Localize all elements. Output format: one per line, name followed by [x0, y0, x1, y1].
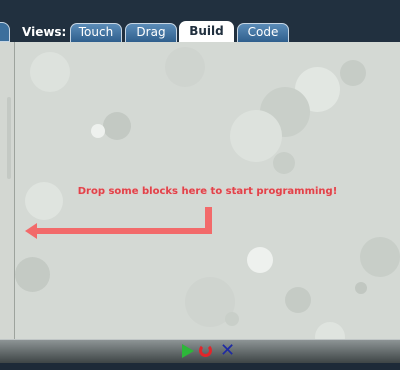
bg-bubble [247, 247, 273, 273]
tab-drag[interactable]: Drag [125, 23, 177, 42]
bg-bubble [340, 60, 366, 86]
bg-bubble [355, 282, 367, 294]
build-workspace[interactable]: Drop some blocks here to start programmi… [15, 42, 400, 339]
partial-tab-edge[interactable] [0, 22, 10, 42]
bg-bubble [15, 257, 50, 292]
bg-bubble [273, 152, 295, 174]
bg-bubble [315, 322, 345, 339]
tab-touch[interactable]: Touch [70, 23, 122, 42]
tab-build[interactable]: Build [179, 21, 234, 42]
bg-bubble [230, 110, 282, 162]
views-label: Views: [22, 25, 67, 39]
bg-bubble [165, 47, 205, 87]
bottom-edge [0, 363, 400, 370]
empty-workspace-hint: Drop some blocks here to start programmi… [77, 186, 338, 197]
bg-bubble [360, 237, 400, 277]
hint-arrow-shaft [35, 228, 212, 234]
bg-bubble [103, 112, 131, 140]
play-icon[interactable] [182, 344, 194, 358]
toolbox-scrollbar[interactable] [7, 97, 11, 179]
reset-icon[interactable] [199, 344, 212, 357]
toolbox-panel [0, 42, 15, 339]
bg-bubble [285, 287, 311, 313]
tab-code[interactable]: Code [237, 23, 289, 42]
bg-bubble [91, 124, 105, 138]
arrow-left-icon [25, 223, 37, 239]
bg-bubble [225, 312, 239, 326]
bg-bubble [30, 52, 70, 92]
stop-icon[interactable]: ✕ [220, 342, 235, 360]
